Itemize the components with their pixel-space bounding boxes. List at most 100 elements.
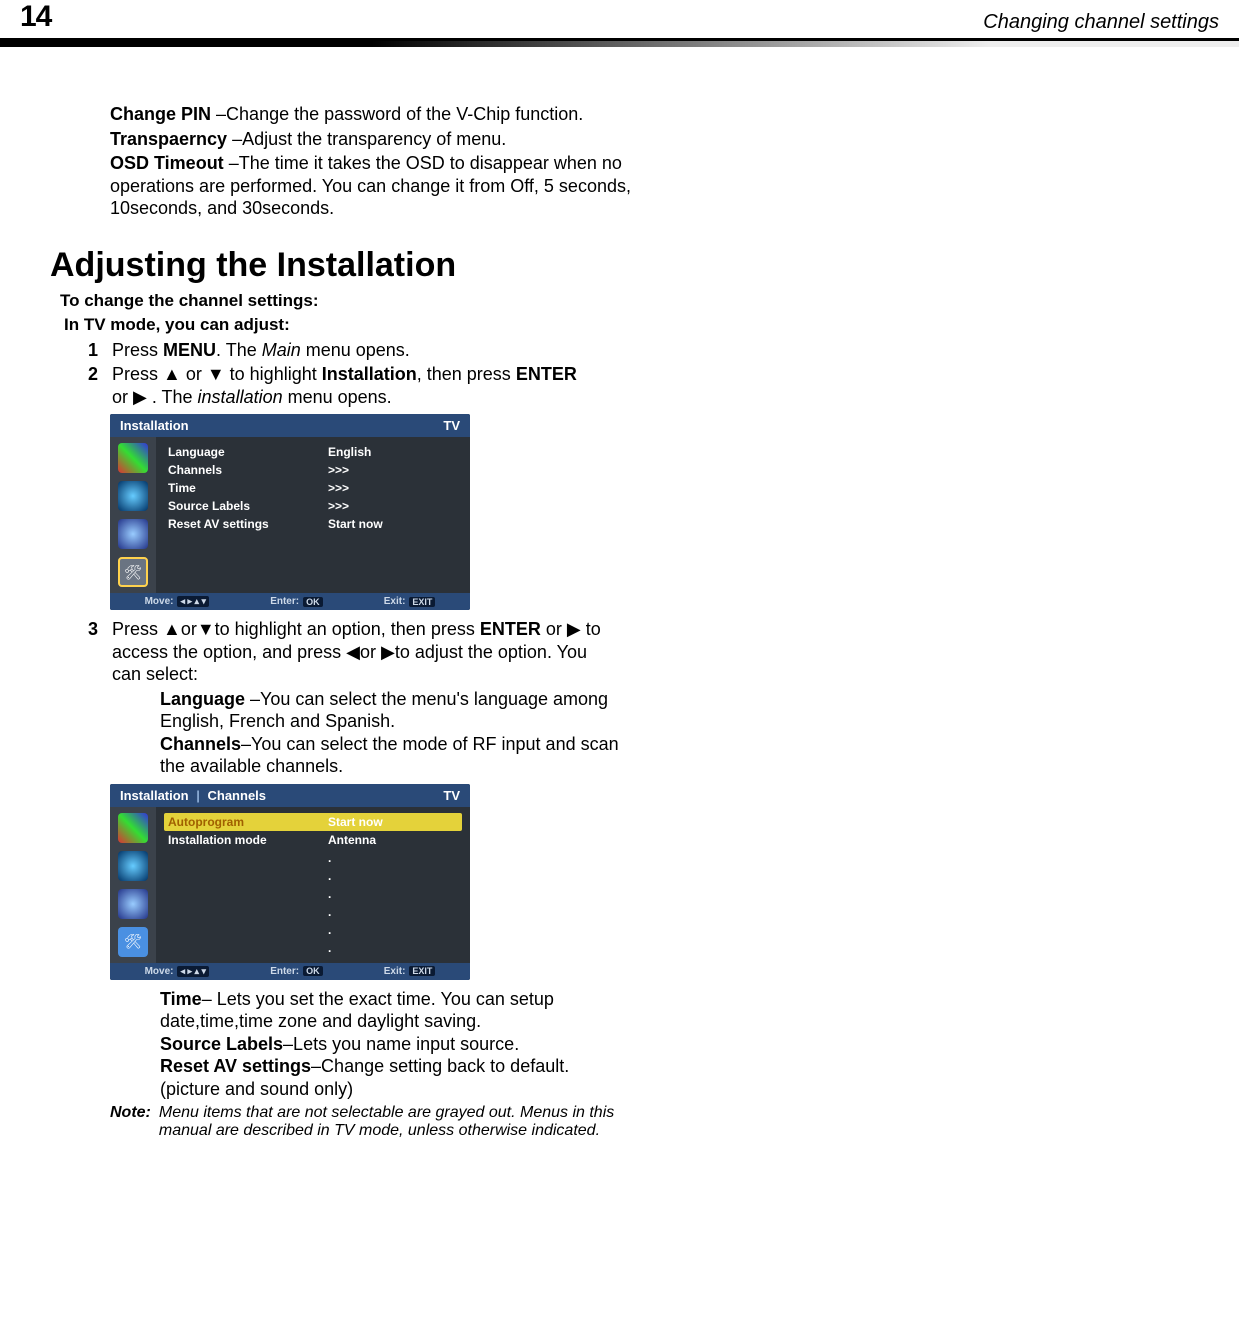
reset-desc: Reset AV settings–Change setting back to… <box>160 1055 630 1100</box>
channels-label: Channels <box>160 734 241 754</box>
osd1-enter-label: Enter: <box>270 596 299 607</box>
step-1-num: 1 <box>80 339 98 362</box>
note-label: Note: <box>110 1104 151 1140</box>
s2-t1: Press <box>112 364 163 384</box>
osd2-title-b: Channels <box>208 788 267 803</box>
section-title: Adjusting the Installation <box>50 246 1189 285</box>
step-3: 3 Press ▲or▼to highlight an option, then… <box>80 618 1189 686</box>
osd2-row-autoprogram: AutoprogramStart now <box>164 813 462 831</box>
osd2-mode-value: Antenna <box>328 833 376 847</box>
osd2-footer-enter: Enter: OK <box>270 966 322 977</box>
note: Note: Menu items that are not selectable… <box>110 1104 1189 1140</box>
osd2-title-a: Installation <box>120 788 189 803</box>
osd1-row-channels: Channels>>> <box>168 461 458 479</box>
note-text: Menu items that are not selectable are g… <box>159 1104 629 1140</box>
sound-icon <box>118 851 148 881</box>
osd2-main: AutoprogramStart now Installation mode An… <box>156 807 470 963</box>
osd1-body: 🛠 LanguageEnglish Channels>>> Time>>> So… <box>110 437 470 593</box>
osd1-sidebar: 🛠 <box>110 437 156 593</box>
change-pin-label: Change PIN <box>110 104 211 124</box>
osd2-row-empty: . <box>168 885 458 903</box>
s1-menu: MENU <box>163 340 216 360</box>
osd1-channels-value: >>> <box>328 463 349 477</box>
osd1-titlebar: Installation TV <box>110 414 470 437</box>
osd-timeout-label: OSD Timeout <box>110 153 229 173</box>
osd-channels: Installation | Channels TV 🛠 Autoprogram… <box>110 784 470 980</box>
change-pin-line: Change PIN –Change the password of the V… <box>110 103 640 126</box>
step-3-wrap: 3 Press ▲or▼to highlight an option, then… <box>80 618 1189 686</box>
s2-t3: , then press <box>417 364 516 384</box>
time-desc: Time– Lets you set the exact time. You c… <box>160 988 630 1033</box>
language-label: Language <box>160 689 245 709</box>
step-2: 2 Press ▲ or ▼ to highlight Installation… <box>80 363 1189 408</box>
osd1-row-reset: Reset AV settingsStart now <box>168 515 458 533</box>
s2-t2: to highlight <box>225 364 322 384</box>
picture-icon <box>118 443 148 473</box>
reset-label: Reset AV settings <box>160 1056 311 1076</box>
picture-icon <box>118 813 148 843</box>
osd1-language-value: English <box>328 445 371 459</box>
osd2-row-empty: . <box>168 939 458 957</box>
page-number: 14 <box>20 0 51 34</box>
nav-arrows-icon: ◂ ▸ ▴ ▾ <box>177 596 209 607</box>
step-list: 1 Press MENU. The Main menu opens. 2 Pre… <box>80 339 1189 409</box>
osd1-mode: TV <box>443 418 460 433</box>
nav-arrows-icon: ◂ ▸ ▴ ▾ <box>177 966 209 977</box>
up-down-arrows-icon: ▲ or ▼ <box>163 364 225 384</box>
osd1-title: Installation <box>120 418 189 433</box>
s3-t2: to highlight an option, then press <box>215 619 480 639</box>
time-label: Time <box>160 989 202 1009</box>
osd1-main: LanguageEnglish Channels>>> Time>>> Sour… <box>156 437 470 593</box>
osd1-exit-label: Exit: <box>384 596 406 607</box>
osd2-exit-label: Exit: <box>384 966 406 977</box>
s3-t1: Press <box>112 619 163 639</box>
step-2-num: 2 <box>80 363 98 408</box>
osd2-sidebar: 🛠 <box>110 807 156 963</box>
sound-icon <box>118 481 148 511</box>
channels-desc: Channels–You can select the mode of RF i… <box>160 733 630 778</box>
s1-main: Main <box>262 340 301 360</box>
ok-button-icon: OK <box>303 966 323 976</box>
osd1-footer-enter: Enter:OK <box>270 596 322 607</box>
step-3-text: Press ▲or▼to highlight an option, then p… <box>112 618 612 686</box>
source-desc: Source Labels–Lets you name input source… <box>160 1033 630 1056</box>
transparency-desc: –Adjust the transparency of menu. <box>232 129 506 149</box>
breadcrumb-separator-icon: | <box>193 788 204 803</box>
s2-enter: ENTER <box>516 364 577 384</box>
osd1-footer: Move:◂ ▸ ▴ ▾ Enter:OK Exit:EXIT <box>110 593 470 610</box>
osd2-autoprogram-value: Start now <box>328 815 383 829</box>
step-2-text: Press ▲ or ▼ to highlight Installation, … <box>112 363 592 408</box>
s2-inst: Installation <box>322 364 417 384</box>
osd2-row-empty: . <box>168 849 458 867</box>
osd2-row-empty: . <box>168 903 458 921</box>
osd2-row-empty: . <box>168 867 458 885</box>
exit-button-icon: EXIT <box>409 597 435 607</box>
osd2-move-label: Move: <box>145 966 174 977</box>
up-down-arrows-icon: ▲or▼ <box>163 619 215 639</box>
source-label: Source Labels <box>160 1034 283 1054</box>
osd2-mode: TV <box>443 788 460 803</box>
transparency-line: Transpaerncy –Adjust the transparency of… <box>110 128 640 151</box>
step-3-num: 3 <box>80 618 98 686</box>
osd2-mode-label: Installation mode <box>168 833 298 847</box>
osd2-footer-exit: Exit:EXIT <box>384 966 436 977</box>
osd1-footer-exit: Exit:EXIT <box>384 596 436 607</box>
settings-icon <box>118 519 148 549</box>
change-pin-desc: –Change the password of the V-Chip funct… <box>216 104 583 124</box>
s2-inst2: installation <box>198 387 283 407</box>
osd1-move-label: Move: <box>145 596 174 607</box>
page-header: 14 Changing channel settings <box>0 0 1239 41</box>
subheading-1: To change the channel settings: <box>60 291 1189 311</box>
osd2-footer: Move:◂ ▸ ▴ ▾ Enter: OK Exit:EXIT <box>110 963 470 980</box>
osd1-time-label: Time <box>168 481 298 495</box>
osd1-reset-label: Reset AV settings <box>168 517 298 531</box>
osd2-enter-label: Enter: <box>270 966 299 977</box>
step-1-text: Press MENU. The Main menu opens. <box>112 339 410 362</box>
exit-button-icon: EXIT <box>409 966 435 976</box>
osd2-title-left: Installation | Channels <box>120 788 266 803</box>
osd1-row-language: LanguageEnglish <box>168 443 458 461</box>
s2-t5: menu opens. <box>283 387 392 407</box>
s3-enter: ENTER <box>480 619 541 639</box>
page-content: Change PIN –Change the password of the V… <box>0 41 1239 1180</box>
time-desc-text: – Lets you set the exact time. You can s… <box>160 989 554 1032</box>
